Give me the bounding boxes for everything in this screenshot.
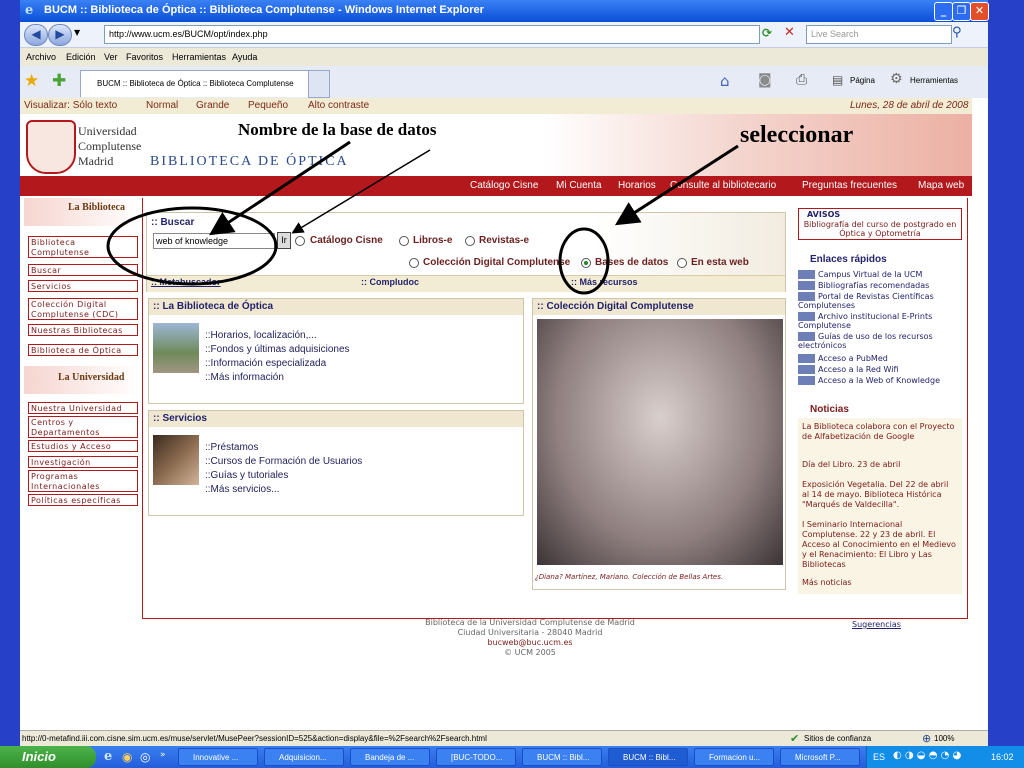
- quicklaunch-icon-3[interactable]: ◎: [140, 750, 150, 764]
- annotation-circle-search: [106, 206, 278, 286]
- quicklaunch-icon-2[interactable]: ◉: [122, 750, 132, 764]
- annotation-circle-radio: [558, 227, 610, 295]
- task-bandeja[interactable]: Bandeja de ...: [350, 748, 430, 766]
- system-tray: ES ◐ ◑ ◒ ◓ ◔ ◕ 16:02: [866, 746, 1024, 768]
- status-zone: Sitios de confianza: [804, 734, 872, 743]
- annotation-overlay: [106, 140, 739, 295]
- start-button[interactable]: Inicio: [0, 746, 96, 768]
- task-microsoft[interactable]: Microsoft P...: [780, 748, 860, 766]
- taskbar: Inicio e ◉ ◎ » Innovative ... Adquisicio…: [0, 746, 1024, 768]
- annotation-arrow-2: [291, 149, 431, 234]
- task-bucm-1[interactable]: BUCM :: Bibl...: [522, 748, 602, 766]
- status-url: http://0-metafind.iii.com.cisne.sim.ucm.…: [22, 734, 487, 743]
- clock: 16:02: [991, 752, 1014, 762]
- quicklaunch-ie-icon[interactable]: e: [104, 749, 112, 764]
- task-buc-todo[interactable]: [BUC-TODO...: [436, 748, 516, 766]
- task-adquisicion[interactable]: Adquisicion...: [264, 748, 344, 766]
- check-icon: ✔: [790, 732, 800, 745]
- tray-icons: ◐ ◑ ◒ ◓ ◔ ◕: [893, 750, 962, 761]
- task-innovative[interactable]: Innovative ...: [178, 748, 258, 766]
- status-zoom[interactable]: 100%: [934, 734, 954, 743]
- annotation-arrow-1: [208, 140, 351, 236]
- quicklaunch-expand-icon[interactable]: »: [160, 750, 166, 760]
- task-bucm-2[interactable]: BUCM :: Bibl...: [608, 748, 688, 766]
- annotation-arrow-3: [614, 144, 739, 226]
- task-formacion[interactable]: Formacion u...: [694, 748, 774, 766]
- zoom-icon: ⊕: [922, 732, 932, 745]
- language-indicator[interactable]: ES: [873, 752, 885, 762]
- status-bar: http://0-metafind.iii.com.cisne.sim.ucm.…: [20, 730, 988, 747]
